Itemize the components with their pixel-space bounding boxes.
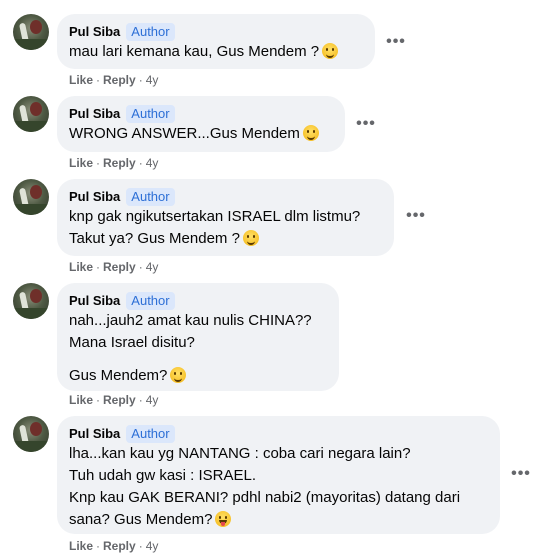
more-options-icon[interactable]: ••• bbox=[405, 208, 427, 224]
author-badge: Author bbox=[126, 291, 175, 310]
timestamp[interactable]: 4y bbox=[146, 156, 159, 170]
smiling-face-icon bbox=[302, 125, 319, 141]
comment-bubble: Pul Siba Author nah...jauh2 amat kau nul… bbox=[57, 283, 339, 391]
timestamp[interactable]: 4y bbox=[146, 260, 159, 274]
avatar[interactable] bbox=[13, 179, 49, 215]
more-options-icon[interactable]: ••• bbox=[510, 466, 532, 482]
reply-button[interactable]: Reply bbox=[103, 539, 136, 553]
like-button[interactable]: Like bbox=[69, 73, 93, 87]
comment-text: Gus Mendem? bbox=[69, 365, 327, 387]
author-badge: Author bbox=[126, 424, 175, 443]
author-badge: Author bbox=[126, 22, 175, 41]
author-name[interactable]: Pul Siba bbox=[69, 189, 120, 204]
comment-text: Tuh udah gw kasi : ISRAEL. bbox=[69, 467, 257, 484]
reply-button[interactable]: Reply bbox=[103, 393, 136, 407]
author-name[interactable]: Pul Siba bbox=[69, 24, 120, 39]
avatar[interactable] bbox=[13, 416, 49, 452]
author-badge: Author bbox=[126, 187, 175, 206]
comment-actions: Like · Reply · 4y bbox=[69, 260, 159, 274]
comment-text: WRONG ANSWER...Gus Mendem bbox=[69, 123, 333, 145]
grinning-face-icon bbox=[322, 43, 339, 59]
reply-button[interactable]: Reply bbox=[103, 73, 136, 87]
face-with-tongue-icon bbox=[215, 511, 232, 527]
comment-text: Knp kau GAK BERANI? pdhl nabi2 (mayorita… bbox=[69, 489, 461, 506]
avatar[interactable] bbox=[13, 14, 49, 50]
comment-actions: Like · Reply · 4y bbox=[69, 73, 159, 87]
like-button[interactable]: Like bbox=[69, 539, 93, 553]
timestamp[interactable]: 4y bbox=[146, 539, 159, 553]
comment-text: nah...jauh2 amat kau nulis CHINA?? bbox=[69, 312, 312, 329]
comment-bubble: Pul Siba Author knp gak ngikutsertakan I… bbox=[57, 179, 394, 256]
comment-actions: Like · Reply · 4y bbox=[69, 393, 159, 407]
like-button[interactable]: Like bbox=[69, 156, 93, 170]
comment-text: knp gak ngikutsertakan ISRAEL dlm listmu… bbox=[69, 208, 361, 225]
like-button[interactable]: Like bbox=[69, 260, 93, 274]
comment-text: sana? Gus Mendem? bbox=[69, 509, 488, 531]
comment-text: Mana Israel disitu? bbox=[69, 334, 195, 351]
author-badge: Author bbox=[126, 104, 175, 123]
more-options-icon[interactable]: ••• bbox=[355, 116, 377, 132]
comment-bubble: Pul Siba Author WRONG ANSWER...Gus Mende… bbox=[57, 96, 345, 152]
like-button[interactable]: Like bbox=[69, 393, 93, 407]
author-name[interactable]: Pul Siba bbox=[69, 293, 120, 308]
author-name[interactable]: Pul Siba bbox=[69, 426, 120, 441]
grinning-face-icon bbox=[170, 367, 187, 383]
avatar[interactable] bbox=[13, 96, 49, 132]
comment-bubble: Pul Siba Author mau lari kemana kau, Gus… bbox=[57, 14, 375, 69]
comment-actions: Like · Reply · 4y bbox=[69, 539, 159, 553]
comment-actions: Like · Reply · 4y bbox=[69, 156, 159, 170]
smiling-face-icon bbox=[242, 230, 259, 246]
author-name[interactable]: Pul Siba bbox=[69, 106, 120, 121]
comment-text: Takut ya? Gus Mendem ? bbox=[69, 228, 382, 250]
reply-button[interactable]: Reply bbox=[103, 260, 136, 274]
comment-text: lha...kan kau yg NANTANG : coba cari neg… bbox=[69, 445, 411, 462]
timestamp[interactable]: 4y bbox=[146, 393, 159, 407]
comment-text: mau lari kemana kau, Gus Mendem ? bbox=[69, 41, 363, 63]
avatar[interactable] bbox=[13, 283, 49, 319]
more-options-icon[interactable]: ••• bbox=[385, 34, 407, 50]
reply-button[interactable]: Reply bbox=[103, 156, 136, 170]
timestamp[interactable]: 4y bbox=[146, 73, 159, 87]
comment-bubble: Pul Siba Author lha...kan kau yg NANTANG… bbox=[57, 416, 500, 534]
